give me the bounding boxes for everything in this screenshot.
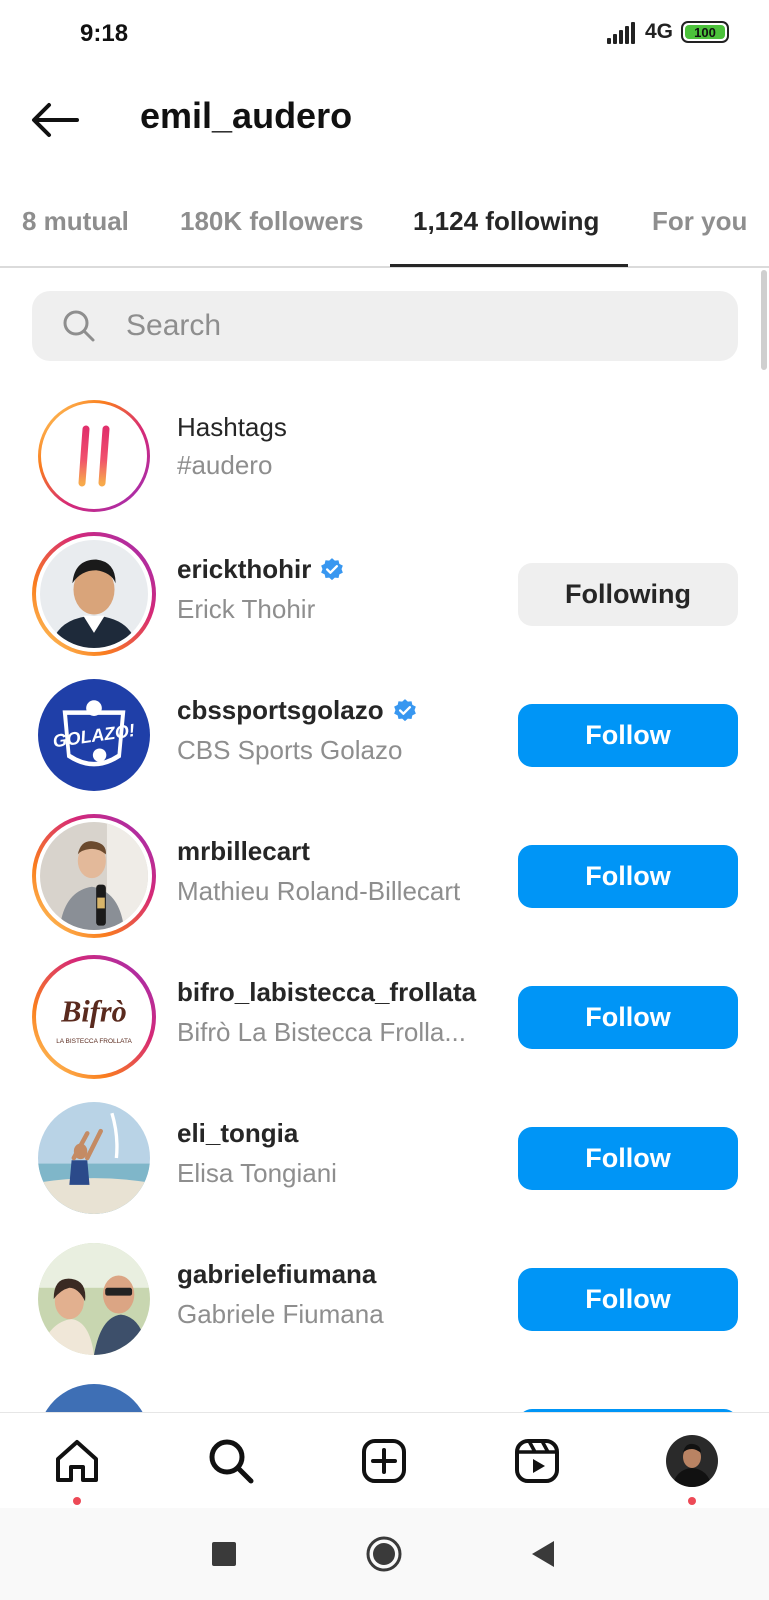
back-button[interactable] (28, 98, 82, 142)
nav-search[interactable] (203, 1433, 259, 1489)
profile-notification-dot (688, 1497, 696, 1505)
follow-button[interactable]: Follow (518, 1127, 738, 1190)
status-bar: 9:18 4G 100 (0, 0, 769, 68)
avatar[interactable] (32, 814, 156, 938)
tab-for-you[interactable]: For you (652, 206, 747, 237)
list-item[interactable]: eli_tongia Elisa Tongiani Follow (0, 1088, 769, 1229)
hashtags-row[interactable]: Hashtags #audero (0, 392, 769, 517)
nav-home[interactable] (49, 1433, 105, 1489)
full-name: Bifrò La Bistecca Frolla... (177, 1017, 466, 1047)
golazo-logo: GOLAZO! (38, 679, 150, 791)
recents-button[interactable] (202, 1532, 246, 1576)
nav-reels[interactable] (509, 1433, 565, 1489)
active-tab-indicator (390, 264, 628, 267)
follow-button[interactable]: Follow (518, 1268, 738, 1331)
search-icon (209, 1439, 254, 1484)
header: emil_audero (0, 80, 769, 160)
profile-photo (38, 1102, 150, 1214)
avatar[interactable] (32, 1378, 156, 1412)
search-input[interactable] (126, 309, 686, 343)
profile-photo (40, 540, 148, 648)
bottom-nav (0, 1412, 769, 1508)
avatar[interactable] (32, 532, 156, 656)
profile-photo (38, 1243, 150, 1355)
search-bar[interactable] (32, 291, 738, 361)
back-system-button[interactable] (520, 1532, 564, 1576)
square-icon (212, 1542, 236, 1566)
svg-text:Bifrò: Bifrò (60, 994, 127, 1028)
bifro-logo: Bifrò LA BISTECCA FROLLATA (40, 963, 148, 1071)
profile-avatar (666, 1435, 718, 1487)
list-item[interactable]: GOLAZO! cbssportsgolazo CBS Sports Golaz… (0, 665, 769, 806)
nav-create[interactable] (356, 1433, 412, 1489)
search-icon (63, 310, 95, 342)
full-name: Mathieu Roland-Billecart (177, 876, 461, 906)
verified-badge-icon (321, 557, 344, 580)
full-name: Gabriele Fiumana (177, 1299, 384, 1329)
signal-icon (606, 20, 637, 44)
system-nav-bar (0, 1508, 769, 1600)
create-icon (362, 1439, 406, 1483)
nav-profile[interactable] (664, 1433, 720, 1489)
username: erickthohir (177, 554, 345, 585)
status-time: 9:18 (80, 20, 129, 47)
hashtag-icon (66, 425, 122, 487)
full-name: CBS Sports Golazo (177, 735, 403, 765)
full-name: Elisa Tongiani (177, 1158, 337, 1188)
username: cbssportsgolazo (177, 695, 418, 726)
profile-photo (40, 822, 148, 930)
hashtag-avatar (38, 400, 150, 512)
avatar[interactable]: Bifrò LA BISTECCA FROLLATA (32, 955, 156, 1079)
list-item[interactable]: mrbillecart Mathieu Roland-Billecart Fol… (0, 806, 769, 947)
battery-level: 100 (685, 25, 725, 40)
page-title: emil_audero (140, 95, 353, 136)
tab-following[interactable]: 1,124 following (413, 206, 599, 237)
following-list: Hashtags #audero erickthohir Erick Thohi… (0, 392, 769, 1412)
follow-button[interactable]: Follow (518, 986, 738, 1049)
full-name: Erick Thohir (177, 594, 316, 624)
reels-icon (515, 1439, 559, 1483)
triangle-back-icon (532, 1541, 554, 1567)
home-system-button[interactable] (362, 1532, 406, 1576)
username: mrbillecart (177, 836, 310, 866)
tab-mutual[interactable]: 8 mutual (22, 206, 129, 237)
circle-icon (366, 1536, 402, 1572)
list-item[interactable] (0, 1370, 769, 1412)
back-arrow-icon (32, 103, 79, 137)
username: gabrielefiumana (177, 1259, 377, 1289)
home-icon (56, 1440, 98, 1482)
network-label: 4G (644, 20, 673, 43)
tab-followers[interactable]: 180K followers (180, 206, 364, 237)
scrollbar[interactable] (761, 270, 767, 370)
tab-bar: 8 mutual 180K followers 1,124 following … (0, 180, 769, 268)
follow-button[interactable]: Follow (518, 845, 738, 908)
username: eli_tongia (177, 1118, 299, 1148)
avatar[interactable] (32, 1096, 156, 1220)
list-item[interactable]: Bifrò LA BISTECCA FROLLATA bifro_labiste… (0, 947, 769, 1088)
follow-button[interactable]: Follow (518, 704, 738, 767)
list-item[interactable]: erickthohir Erick Thohir Following (0, 524, 769, 665)
verified-badge-icon (393, 698, 416, 721)
avatar[interactable] (32, 1237, 156, 1361)
list-item[interactable]: gabrielefiumana Gabriele Fiumana Follow (0, 1229, 769, 1370)
battery-icon: 100 (681, 21, 729, 43)
home-notification-dot (73, 1497, 81, 1505)
hashtags-subtitle: #audero (177, 450, 273, 480)
following-button[interactable]: Following (518, 563, 738, 626)
hashtags-title: Hashtags (177, 412, 287, 442)
username: bifro_labistecca_frollata (177, 977, 477, 1007)
avatar[interactable]: GOLAZO! (32, 673, 156, 797)
status-indicators: 4G 100 (606, 20, 729, 44)
svg-text:LA BISTECCA FROLLATA: LA BISTECCA FROLLATA (56, 1038, 132, 1045)
